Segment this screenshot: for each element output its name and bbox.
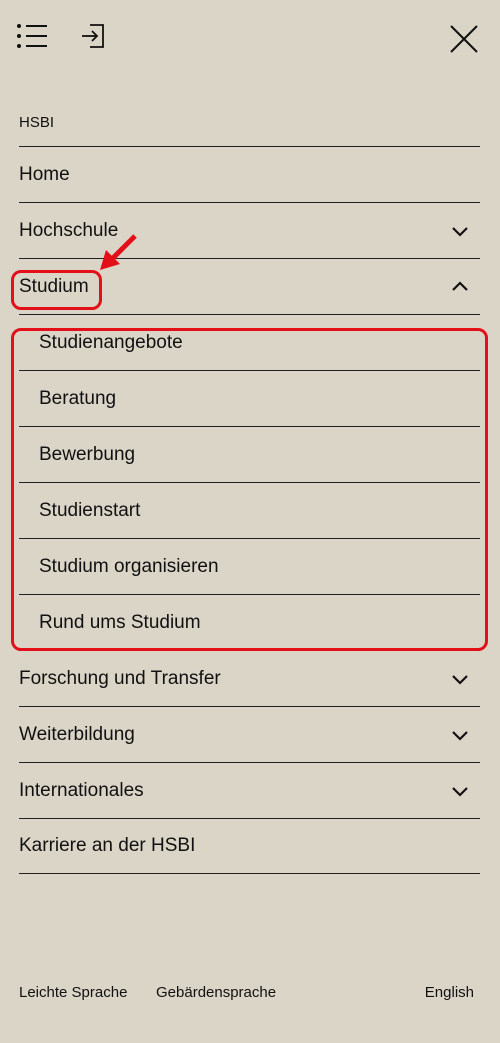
nav-item[interactable]: Weiterbildung bbox=[19, 706, 480, 762]
chevron-up-icon[interactable] bbox=[451, 280, 469, 293]
list-icon[interactable] bbox=[16, 22, 48, 50]
nav-item[interactable]: Internationales bbox=[19, 762, 480, 818]
nav-item[interactable]: Forschung und Transfer bbox=[19, 650, 480, 706]
nav-item-label: Home bbox=[19, 163, 70, 185]
chevron-down-icon[interactable] bbox=[451, 673, 469, 685]
nav-item[interactable]: Hochschule bbox=[19, 202, 480, 258]
close-icon[interactable] bbox=[449, 24, 479, 54]
chevron-down-icon[interactable] bbox=[451, 729, 469, 741]
easy-language-link[interactable]: Leichte Sprache bbox=[19, 984, 127, 1001]
top-bar bbox=[0, 0, 500, 80]
nav-item-label: Weiterbildung bbox=[19, 723, 135, 745]
nav-item-label: Karriere an der HSBI bbox=[19, 835, 196, 856]
nav-item[interactable]: Karriere an der HSBI bbox=[19, 818, 480, 874]
chevron-down-icon[interactable] bbox=[451, 225, 469, 237]
sign-language-link[interactable]: Gebärdensprache bbox=[156, 984, 276, 1001]
english-language-link[interactable]: English bbox=[425, 984, 474, 1001]
annotation-arrow-icon bbox=[100, 234, 137, 270]
nav-item-label: Internationales bbox=[19, 779, 144, 801]
nav-item-label: Forschung und Transfer bbox=[19, 667, 221, 689]
chevron-down-icon[interactable] bbox=[451, 785, 469, 797]
nav-item[interactable]: Home bbox=[19, 146, 480, 202]
highlight-studium-submenu bbox=[11, 328, 488, 651]
highlight-studium-label bbox=[11, 270, 102, 310]
sign-in-icon[interactable] bbox=[80, 22, 106, 50]
section-title: HSBI bbox=[19, 114, 55, 131]
